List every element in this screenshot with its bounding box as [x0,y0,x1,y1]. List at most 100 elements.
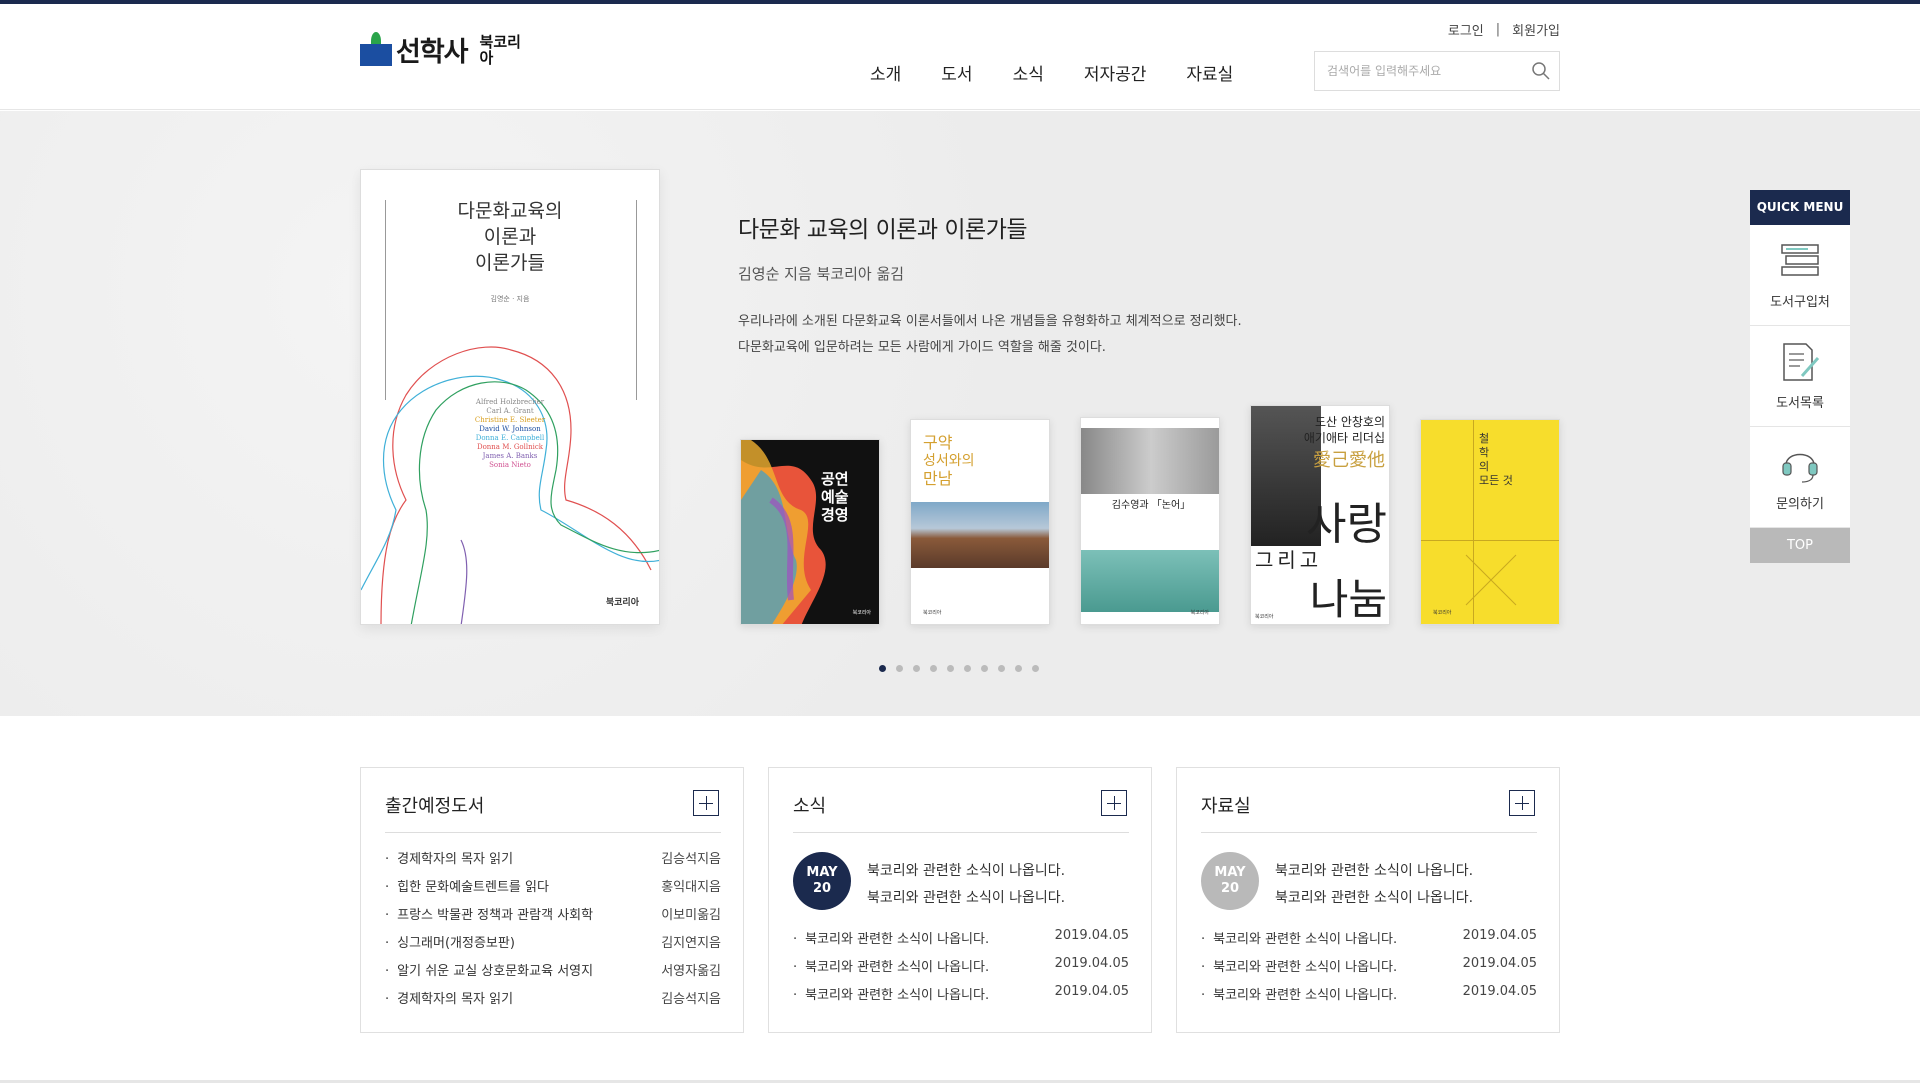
book-3-publisher: 북코리아 [1190,610,1209,616]
carousel-dot[interactable] [1015,665,1022,672]
carousel-book-4[interactable]: 도산 안창호의 애기애타 리더십 愛己愛他 사랑 그리고 나눔 북코리아 [1250,405,1390,625]
featured-book-author: 김영순 지음 북코리아 옮김 [738,265,905,283]
more-plus-icon[interactable] [1509,790,1535,816]
document-pen-icon [1783,343,1820,381]
carousel-dot[interactable] [981,665,988,672]
cover-publisher: 북코리아 [605,598,639,608]
list-item[interactable]: 힙한 문화예술트렌트를 읽다홍익대지음 [385,876,721,904]
book-4-subtitle: 애기애타 리더십 [1303,431,1385,445]
cover-author: 김영순 · 지음 [490,295,530,303]
board-title: 자료실 [1201,796,1251,817]
book-1-title-line: 예술 [821,488,849,506]
book-1-title-line: 경영 [821,506,849,524]
book-4-subtitle: 도산 안창호의 [1314,415,1385,429]
board-divider [385,832,721,833]
nav-item-news[interactable]: 소식 [1013,60,1044,85]
quick-menu-purchase-label: 도서구입처 [1770,295,1830,310]
book-4-publisher: 북코리아 [1255,614,1274,620]
archive-feature[interactable]: MAY 20 북코리와 관련한 소식이 나옵니다. 북코리와 관련한 소식이 나… [1201,852,1537,912]
carousel-book-3[interactable]: 김수영과 「논어」 북코리아 [1080,417,1220,625]
book-5-title-line: 철 [1479,432,1490,445]
carousel-dot[interactable] [1032,665,1039,672]
list-item[interactable]: 싱그래머(개정증보판)김지연지음 [385,932,721,960]
nav-item-books[interactable]: 도서 [941,60,972,85]
carousel-dot[interactable] [998,665,1005,672]
quick-menu-purchase[interactable]: 도서구입처 [1750,225,1850,326]
book-2-title-line: 성서와의 [923,453,975,469]
book-2-title-line: 만남 [923,469,953,488]
carousel-dot[interactable] [947,665,954,672]
hero-banner: 다문화교육의 이론과 이론가들 김영순 · 지음 Alfred Holzbrec… [0,111,1920,716]
book-5-title-line: 의 [1479,460,1490,473]
books-icon [1781,244,1819,276]
login-link[interactable]: 로그인 [1448,20,1484,39]
cover-author-names: Alfred Holzbrecher Carl A. Grant Christi… [474,398,546,469]
date-badge: MAY 20 [793,852,851,910]
book-4-hanja: 愛己愛他 [1313,450,1385,471]
signup-link[interactable]: 회원가입 [1512,20,1560,39]
carousel-dot[interactable] [879,665,886,672]
book-2-landscape-image [911,502,1049,568]
list-item[interactable]: 북코리와 관련한 소식이 나옵니다.2019.04.05 [793,984,1129,1012]
search-icon[interactable] [1531,61,1551,81]
book-1-publisher: 북코리아 [852,610,871,616]
book-4-big-title: 사랑 [1306,499,1387,550]
more-plus-icon[interactable] [693,790,719,816]
more-plus-icon[interactable] [1101,790,1127,816]
main-nav: 소개 도서 소식 저자공간 자료실 [870,60,1273,85]
book-3-title: 김수영과 「논어」 [1111,500,1191,511]
carousel-dot[interactable] [964,665,971,672]
quick-menu: QUICK MENU 도서구입처 도서목록 문의하기 TOP [1750,190,1850,563]
board-title: 소식 [793,796,827,817]
book-3-portrait-image [1081,428,1219,494]
date-badge: MAY 20 [1201,852,1259,910]
quick-menu-heading: QUICK MENU [1750,190,1850,225]
board-divider [1201,832,1537,833]
search-box [1314,51,1560,91]
util-separator: | [1495,22,1501,37]
carousel-dot[interactable] [913,665,920,672]
carousel-dot[interactable] [930,665,937,672]
nav-item-authors[interactable]: 저자공간 [1084,60,1147,85]
quick-menu-contact-label: 문의하기 [1776,497,1824,512]
list-item[interactable]: 북코리와 관련한 소식이 나옵니다.2019.04.05 [1201,956,1537,984]
list-item[interactable]: 북코리와 관련한 소식이 나옵니다.2019.04.05 [1201,928,1537,956]
featured-book-cover[interactable]: 다문화교육의 이론과 이론가들 김영순 · 지음 Alfred Holzbrec… [360,169,660,625]
scroll-top-button[interactable]: TOP [1750,528,1850,563]
list-item[interactable]: 북코리와 관련한 소식이 나옵니다.2019.04.05 [1201,984,1537,1012]
carousel-book-1[interactable]: 공연 예술 경영 북코리아 [740,439,880,625]
quick-menu-contact[interactable]: 문의하기 [1750,427,1850,528]
board-title: 출간예정도서 [385,796,485,817]
book-5-title-line: 모든 것 [1479,474,1513,487]
list-item[interactable]: 알기 쉬운 교실 상호문화교육 서영지서영자옮김 [385,960,721,988]
list-item[interactable]: 경제학자의 목자 읽기김승석지음 [385,848,721,876]
carousel-book-2[interactable]: 구약 성서와의 만남 북코리아 [910,419,1050,625]
book-1-title-line: 공연 [821,470,849,488]
board-divider [793,832,1129,833]
logo-text: 선학사 [396,37,469,68]
carousel-dot[interactable] [896,665,903,672]
nav-item-intro[interactable]: 소개 [870,60,901,85]
featured-book-title[interactable]: 다문화 교육의 이론과 이론가들 [738,210,1028,244]
list-item[interactable]: 프랑스 박물관 정책과 관람객 사회학이보미옮김 [385,904,721,932]
nav-item-archive[interactable]: 자료실 [1186,60,1233,85]
list-item[interactable]: 북코리와 관련한 소식이 나옵니다.2019.04.05 [793,956,1129,984]
book-5-cross-mark [1465,554,1517,606]
list-item[interactable]: 북코리와 관련한 소식이 나옵니다.2019.04.05 [793,928,1129,956]
book-2-publisher: 북코리아 [923,610,942,616]
news-feature[interactable]: MAY 20 북코리와 관련한 소식이 나옵니다. 북코리와 관련한 소식이 나… [793,852,1129,912]
list-item[interactable]: 경제학자의 목자 읽기김승석지음 [385,988,721,1016]
quick-menu-catalog[interactable]: 도서목록 [1750,326,1850,427]
carousel-pagination [879,665,1049,672]
site-logo[interactable]: 선학사 북코리아 [360,30,526,69]
carousel-book-5[interactable]: 철 학 의 모든 것 북코리아 [1420,419,1560,625]
book-3-face-image [1081,550,1219,612]
cover-title: 다문화교육의 이론과 이론가들 [457,200,563,274]
book-2-title-line: 구약 [923,433,953,452]
board-news: 소식 MAY 20 북코리와 관련한 소식이 나옵니다. 북코리와 관련한 소식… [768,767,1152,1033]
book-4-big-title: 나눔 [1309,575,1387,624]
news-feature-text: 북코리와 관련한 소식이 나옵니다. 북코리와 관련한 소식이 나옵니다. [867,863,1066,906]
book-5-title-line: 학 [1479,446,1490,459]
book-5-publisher: 북코리아 [1433,610,1452,616]
search-input[interactable] [1327,60,1527,82]
